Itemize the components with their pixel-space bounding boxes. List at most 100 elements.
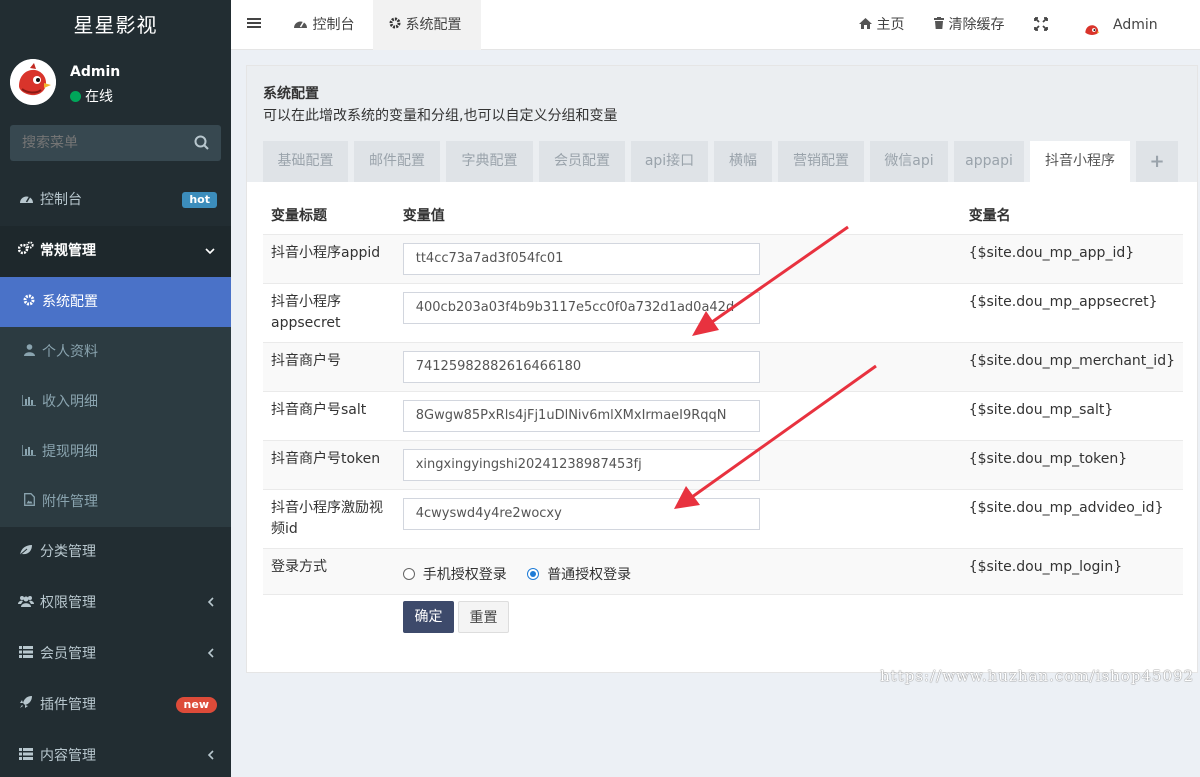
table-header: 变量标题 变量值 变量名 <box>263 196 1183 235</box>
variable-title: 抖音小程序激励视频id <box>263 489 395 549</box>
list-icon <box>18 629 34 680</box>
variable-name: {$site.dou_mp_token} <box>960 440 1183 490</box>
user-status: 在线 <box>70 86 113 106</box>
column-header: 变量值 <box>394 196 961 235</box>
reset-button[interactable]: 重置 <box>458 601 509 633</box>
user-icon <box>22 327 36 377</box>
tab-basic[interactable]: 基础配置 <box>263 141 348 182</box>
sidebar-item-general[interactable]: 常规管理 <box>0 226 231 277</box>
add-tab-button[interactable]: + <box>1136 141 1178 182</box>
sidebar-item-members[interactable]: 会员管理 <box>0 629 231 680</box>
sidebar-item-profile[interactable]: 个人资料 <box>0 327 231 377</box>
sidebar-menu: 控制台 hot 常规管理 系统配置 个人资料 收入明细 提现明细 附件管理 分类… <box>0 175 231 777</box>
user-panel: Admin 在线 <box>0 50 231 116</box>
variable-title: 登录方式 <box>263 548 395 595</box>
variable-title: 抖音商户号token <box>263 440 395 490</box>
home-label: 主页 <box>876 17 905 33</box>
radio-label: 手机授权登录 <box>422 566 507 583</box>
tab-banner[interactable]: 横幅 <box>714 141 772 182</box>
tab-system-config[interactable]: 系统配置 <box>373 0 481 50</box>
tab-appapi[interactable]: appapi <box>954 141 1024 182</box>
variables-table: 变量标题 变量值 变量名 抖音小程序appid {$site.dou_mp_ap… <box>263 196 1183 595</box>
variable-value-input[interactable] <box>402 350 760 383</box>
tab-douyin-mini-program[interactable]: 抖音小程序 <box>1030 141 1130 182</box>
trash-icon <box>934 17 944 33</box>
bar-chart-icon <box>21 427 36 477</box>
sidebar-item-label: 系统配置 <box>42 294 98 310</box>
tab-mail[interactable]: 邮件配置 <box>354 141 440 182</box>
fullscreen-icon[interactable] <box>1034 0 1048 50</box>
brand-title[interactable]: 星星影视 <box>0 0 231 50</box>
chevron-down-icon <box>205 226 215 277</box>
sidebar-item-label: 个人资料 <box>42 344 98 360</box>
search-input[interactable] <box>10 125 185 161</box>
sidebar-item-label: 控制台 <box>40 192 82 208</box>
bar-chart-icon <box>21 377 36 427</box>
user-menu[interactable]: Admin <box>1081 0 1158 50</box>
cogs-icon <box>17 226 34 277</box>
variable-name: {$site.dou_mp_advideo_id} <box>960 489 1183 549</box>
rocket-icon <box>18 680 34 731</box>
variable-title: 抖音小程序appid <box>263 234 395 284</box>
variable-value-input[interactable] <box>402 497 760 530</box>
table-row: 抖音小程序appsecret {$site.dou_mp_appsecret} <box>263 283 1183 343</box>
watermark: https://www.huzhan.com/ishop45092 <box>880 667 1195 685</box>
menu-toggle-icon[interactable] <box>247 16 261 30</box>
chevron-left-icon <box>207 731 215 777</box>
sidebar-item-permission[interactable]: 权限管理 <box>0 578 231 629</box>
sidebar-item-system-config[interactable]: 系统配置 <box>0 277 231 327</box>
online-dot-icon <box>70 91 81 102</box>
file-image-icon <box>22 477 36 527</box>
clear-cache-button[interactable]: 清除缓存 <box>934 0 1004 50</box>
page-description: 可以在此增改系统的变量和分组,也可以自定义分组和变量 <box>263 108 618 124</box>
panel-header: 系统配置 可以在此增改系统的变量和分组,也可以自定义分组和变量 基础配置 邮件配… <box>247 66 1197 182</box>
variable-value-input[interactable] <box>402 291 760 324</box>
sidebar-item-withdraw[interactable]: 提现明细 <box>0 427 231 477</box>
sidebar-item-label: 插件管理 <box>40 697 96 713</box>
variable-value-input[interactable] <box>402 242 760 275</box>
sidebar-item-label: 权限管理 <box>40 595 96 611</box>
sidebar-item-content[interactable]: 内容管理 <box>0 731 231 777</box>
sidebar-item-label: 分类管理 <box>40 544 96 560</box>
variable-name: {$site.dou_mp_appsecret} <box>960 283 1183 343</box>
chevron-left-icon <box>207 629 215 680</box>
variable-title: 抖音商户号 <box>263 342 395 392</box>
avatar <box>10 59 56 105</box>
table-row: 抖音商户号token {$site.dou_mp_token} <box>263 440 1183 490</box>
sidebar-item-dashboard[interactable]: 控制台 hot <box>0 175 231 226</box>
variable-name: {$site.dou_mp_login} <box>960 548 1183 595</box>
table-row: 抖音小程序激励视频id {$site.dou_mp_advideo_id} <box>263 489 1183 549</box>
home-link[interactable]: 主页 <box>859 0 904 50</box>
column-header: 变量名 <box>960 196 1183 235</box>
tab-wechat-api[interactable]: 微信api <box>870 141 948 182</box>
search-icon[interactable] <box>193 134 211 152</box>
variable-value-input[interactable] <box>402 448 760 481</box>
tab-marketing[interactable]: 营销配置 <box>778 141 864 182</box>
sidebar-item-label: 会员管理 <box>40 646 96 662</box>
sidebar-item-plugins[interactable]: 插件管理 new <box>0 680 231 731</box>
user-name: Admin <box>70 64 121 80</box>
tab-member[interactable]: 会员配置 <box>539 141 625 182</box>
radio-normal-login[interactable] <box>527 567 540 580</box>
variable-value-input[interactable] <box>402 399 760 432</box>
radio-phone-login[interactable] <box>402 567 415 580</box>
new-badge: new <box>175 697 217 713</box>
variable-title: 抖音商户号salt <box>263 391 395 441</box>
tab-dictionary[interactable]: 字典配置 <box>446 141 533 182</box>
home-icon <box>859 17 872 33</box>
gear-icon <box>22 277 36 327</box>
confirm-button[interactable]: 确定 <box>403 601 454 633</box>
sidebar-item-category[interactable]: 分类管理 <box>0 527 231 578</box>
chevron-left-icon <box>207 578 215 629</box>
list-icon <box>18 731 34 777</box>
user-menu-name: Admin <box>1113 17 1158 33</box>
table-row: 抖音商户号salt {$site.dou_mp_salt} <box>263 391 1183 441</box>
tab-dashboard[interactable]: 控制台 <box>277 0 370 50</box>
sidebar-item-attachments[interactable]: 附件管理 <box>0 477 231 527</box>
sidebar-item-income[interactable]: 收入明细 <box>0 377 231 427</box>
tab-api[interactable]: api接口 <box>631 141 708 182</box>
variable-name: {$site.dou_mp_app_id} <box>960 234 1183 284</box>
page-title: 系统配置 <box>263 86 319 102</box>
sidebar-item-label: 内容管理 <box>40 748 96 764</box>
sidebar: 星星影视 Admin 在线 控制台 hot <box>0 0 231 777</box>
